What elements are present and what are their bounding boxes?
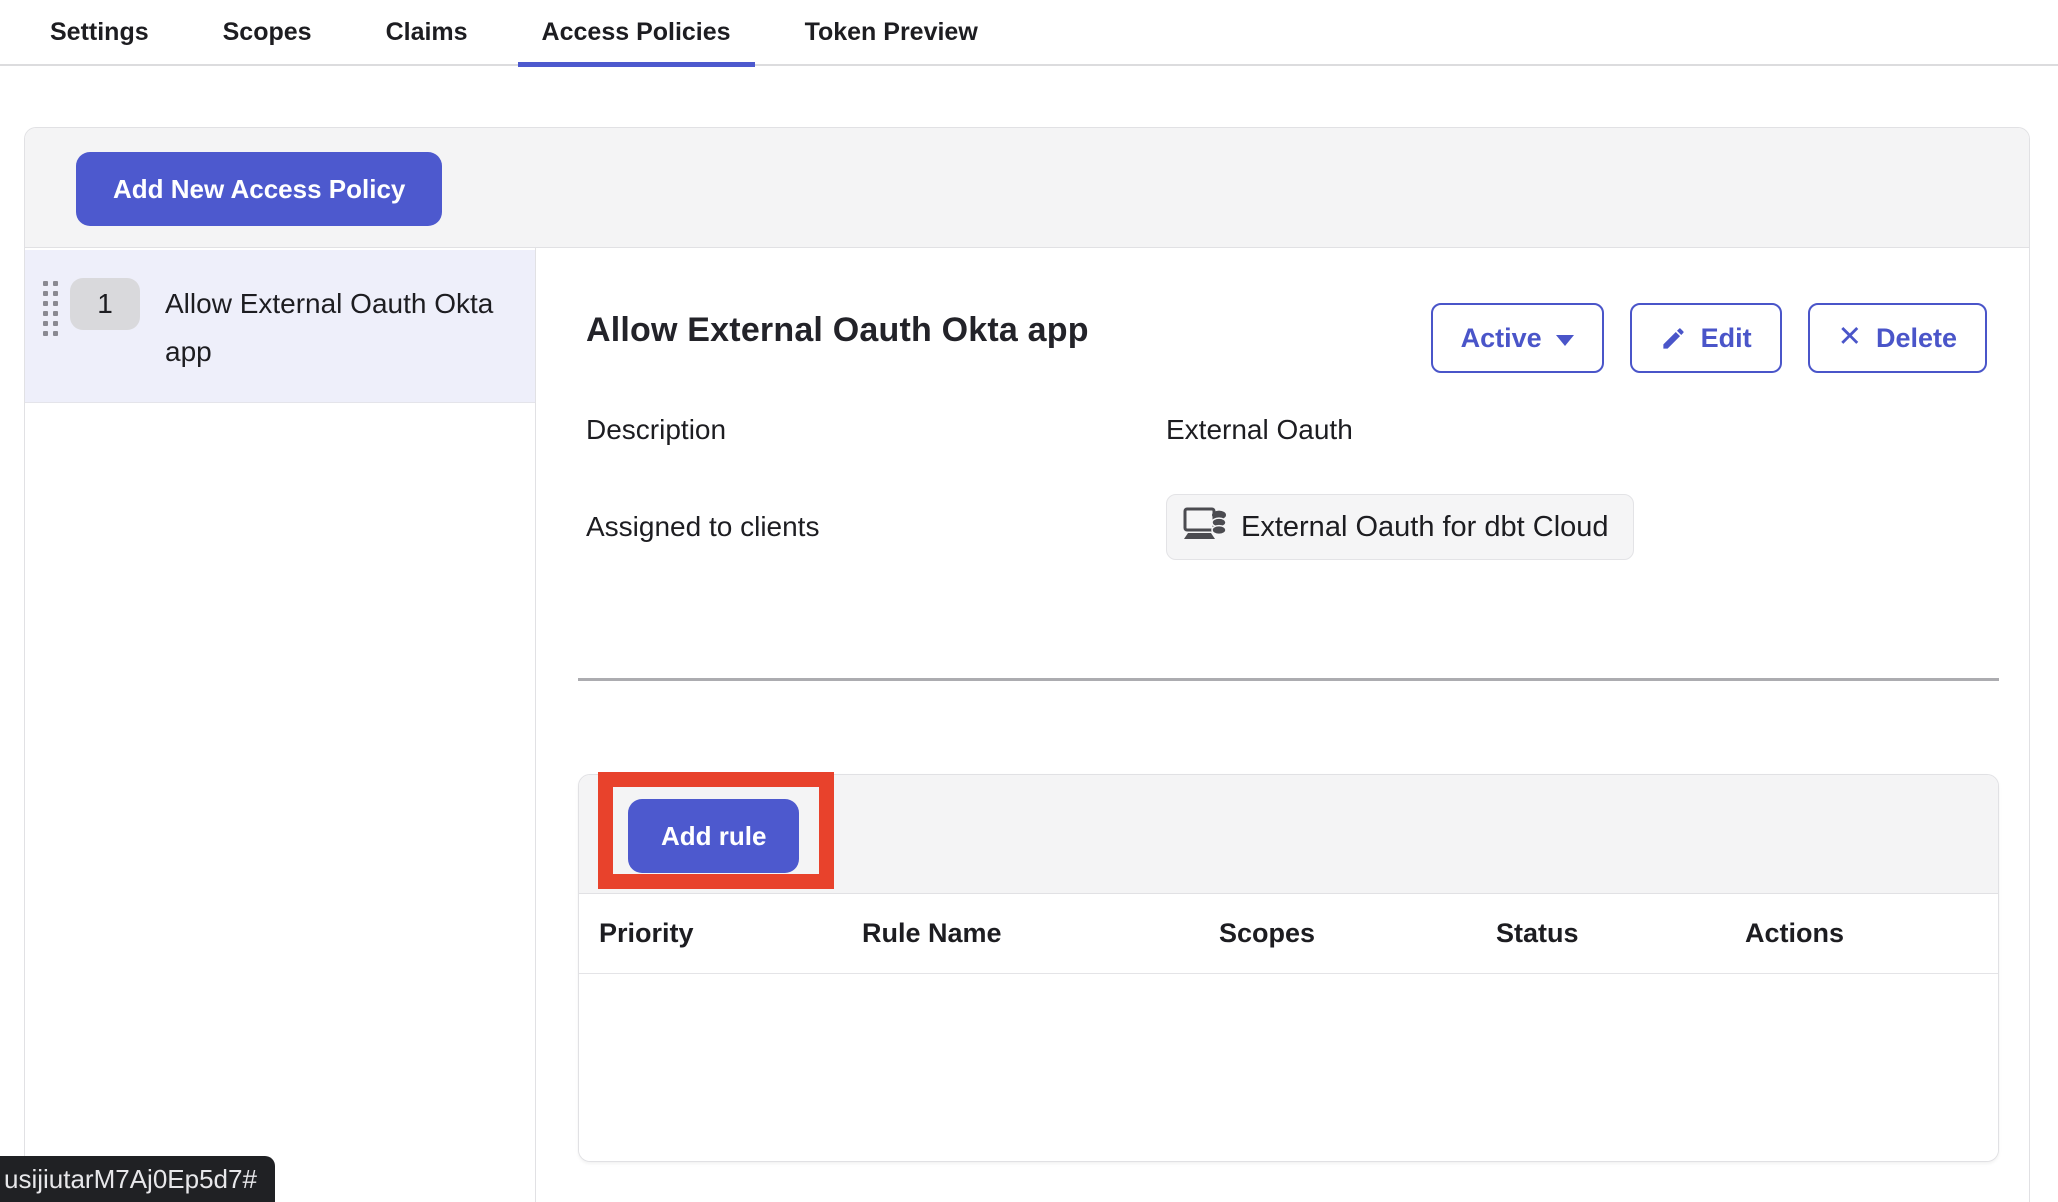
column-header-status: Status [1496,918,1745,949]
description-row: Description External Oauth [586,414,1999,446]
assigned-clients-row: Assigned to clients External Oauth for d… [586,494,1999,560]
priority-badge: 1 [70,278,140,330]
tab-scopes[interactable]: Scopes [199,0,336,65]
description-value: External Oauth [1166,414,1999,446]
panel-body: 1 Allow External Oauth Okta app Allow Ex… [25,248,2029,1202]
policy-list: 1 Allow External Oauth Okta app [25,248,536,1202]
assigned-clients-label: Assigned to clients [586,511,1166,543]
tab-settings[interactable]: Settings [26,0,173,65]
caret-down-icon [1556,335,1574,346]
policy-name: Allow External Oauth Okta app [165,280,527,376]
rules-table-header: Priority Rule Name Scopes Status Actions [579,894,1998,974]
column-header-rule-name: Rule Name [862,918,1219,949]
add-rule-button[interactable]: Add rule [628,799,799,873]
tab-claims[interactable]: Claims [362,0,492,65]
policy-detail: Allow External Oauth Okta app Active Edi… [536,248,2029,1202]
policy-list-item-selected[interactable]: 1 Allow External Oauth Okta app [25,250,535,403]
link-preview-tooltip: usijiutarM7Aj0Ep5d7# [0,1156,275,1202]
column-header-priority: Priority [599,918,862,949]
rules-table-empty-body [579,974,1998,1161]
column-header-actions: Actions [1745,918,1998,949]
delete-button[interactable]: ✕ Delete [1808,303,1987,373]
drag-handle-icon[interactable] [43,281,58,336]
x-icon: ✕ [1838,323,1862,352]
client-chip[interactable]: External Oauth for dbt Cloud [1166,494,1634,560]
access-policies-panel: Add New Access Policy 1 Allow External O… [24,127,2030,1202]
column-header-scopes: Scopes [1219,918,1496,949]
policy-actions: Active Edit ✕ Delete [1431,303,1987,373]
add-new-access-policy-button[interactable]: Add New Access Policy [76,152,442,226]
section-divider [578,678,1999,681]
detail-header: Allow External Oauth Okta app Active Edi… [578,303,1999,373]
policy-title: Allow External Oauth Okta app [586,311,1089,350]
status-dropdown-button[interactable]: Active [1431,303,1604,373]
tab-access-policies[interactable]: Access Policies [518,0,755,65]
pencil-icon [1660,325,1687,352]
client-app-icon [1181,506,1229,548]
panel-toolbar: Add New Access Policy [25,128,2029,248]
description-label: Description [586,414,1166,446]
tab-token-preview[interactable]: Token Preview [781,0,1002,65]
rules-card: Add rule Priority Rule Name Scopes Statu… [578,774,1999,1162]
edit-button[interactable]: Edit [1630,303,1782,373]
tab-bar: Settings Scopes Claims Access Policies T… [0,0,2058,66]
